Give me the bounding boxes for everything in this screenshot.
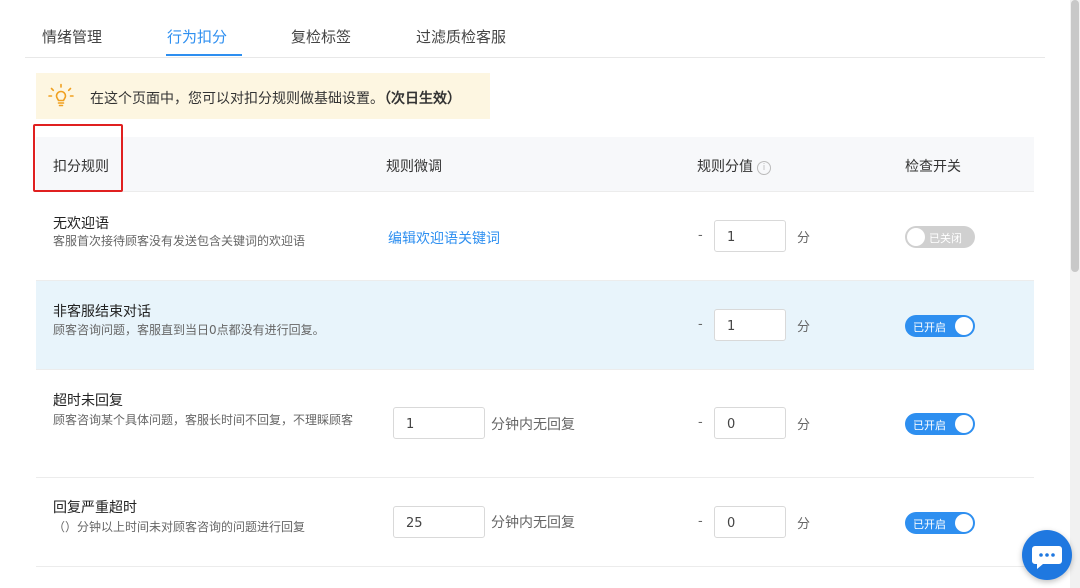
minutes-input[interactable]: 1 (393, 407, 485, 439)
tab-emotion-management[interactable]: 情绪管理 (42, 26, 102, 47)
annotation-highlight-box (33, 124, 123, 192)
score-unit: 分 (797, 231, 811, 246)
minutes-suffix: 分钟内无回复 (491, 515, 575, 531)
header-score-label: 规则分值 (697, 159, 753, 175)
toggle-knob (907, 228, 925, 246)
notice-emphasis: （次日生效） (384, 91, 461, 107)
rule-title: 超时未回复 (53, 393, 123, 409)
rule-description: （）分钟以上时间未对顾客咨询的问题进行回复 (53, 520, 306, 534)
score-input[interactable]: 0 (714, 506, 786, 538)
table-row: 无欢迎语 客服首次接待顾客没有发送包含关键词的欢迎语 编辑欢迎语关键词 - 1 … (36, 192, 1034, 281)
check-toggle[interactable]: 已开启 (905, 512, 975, 534)
lightbulb-icon (48, 83, 74, 107)
score-input[interactable]: 1 (714, 309, 786, 341)
tab-bar: 情绪管理 行为扣分 复检标签 过滤质检客服 (25, 0, 1045, 58)
check-toggle[interactable]: 已开启 (905, 413, 975, 435)
toggle-knob (955, 415, 973, 433)
table-row: 超时未回复 顾客咨询某个具体问题，客服长时间不回复，不理睬顾客 1 分钟内无回复… (36, 370, 1034, 478)
score-unit: 分 (797, 418, 811, 433)
rule-title: 回复严重超时 (53, 500, 137, 516)
notice-message: 在这个页面中，您可以对扣分规则做基础设置。 (90, 91, 384, 107)
check-toggle[interactable]: 已关闭 (905, 226, 975, 248)
score-unit: 分 (797, 517, 811, 532)
notice-banner: 在这个页面中，您可以对扣分规则做基础设置。（次日生效） (36, 73, 490, 119)
score-input[interactable]: 1 (714, 220, 786, 252)
tab-recheck-tags[interactable]: 复检标签 (291, 26, 351, 47)
header-score: 规则分值 i (697, 156, 771, 176)
rule-title: 非客服结束对话 (53, 304, 151, 320)
tab-filter-qa-agents[interactable]: 过滤质检客服 (416, 26, 506, 47)
rule-description: 客服首次接待顾客没有发送包含关键词的欢迎语 (53, 234, 306, 248)
tab-behavior-deduction[interactable]: 行为扣分 (167, 26, 227, 47)
notice-text: 在这个页面中，您可以对扣分规则做基础设置。（次日生效） (90, 88, 461, 108)
check-toggle[interactable]: 已开启 (905, 315, 975, 337)
info-icon[interactable]: i (757, 161, 771, 175)
edit-welcome-keywords-link[interactable]: 编辑欢迎语关键词 (388, 228, 500, 248)
table-header: 扣分规则 规则微调 规则分值 i 检查开关 (36, 137, 1034, 192)
toggle-knob (955, 317, 973, 335)
minus-sign: - (698, 228, 703, 243)
chat-bubble-icon (1032, 546, 1062, 569)
rule-description: 顾客咨询问题，客服直到当日0点都没有进行回复。 (53, 323, 325, 337)
toggle-label: 已开启 (913, 419, 946, 432)
table-row: 非客服结束对话 顾客咨询问题，客服直到当日0点都没有进行回复。 - 1 分 已开… (36, 281, 1034, 370)
scrollbar[interactable] (1070, 0, 1080, 588)
header-tune: 规则微调 (386, 159, 442, 175)
minus-sign: - (698, 317, 703, 332)
minus-sign: - (698, 415, 703, 430)
minutes-suffix: 分钟内无回复 (491, 417, 575, 433)
minus-sign: - (698, 514, 703, 529)
scrollbar-thumb[interactable] (1071, 0, 1079, 272)
score-unit: 分 (797, 320, 811, 335)
table-row: 回复严重超时 （）分钟以上时间未对顾客咨询的问题进行回复 25 分钟内无回复 -… (36, 478, 1034, 567)
toggle-knob (955, 514, 973, 532)
rule-title: 无欢迎语 (53, 216, 109, 232)
minutes-input[interactable]: 25 (393, 506, 485, 538)
chat-button[interactable] (1022, 530, 1072, 580)
active-tab-indicator (166, 54, 242, 56)
score-input[interactable]: 0 (714, 407, 786, 439)
toggle-label: 已开启 (913, 518, 946, 531)
rule-description: 顾客咨询某个具体问题，客服长时间不回复，不理睬顾客 (53, 413, 354, 427)
toggle-label: 已开启 (913, 321, 946, 334)
header-switch: 检查开关 (905, 159, 961, 175)
toggle-label: 已关闭 (929, 232, 962, 245)
